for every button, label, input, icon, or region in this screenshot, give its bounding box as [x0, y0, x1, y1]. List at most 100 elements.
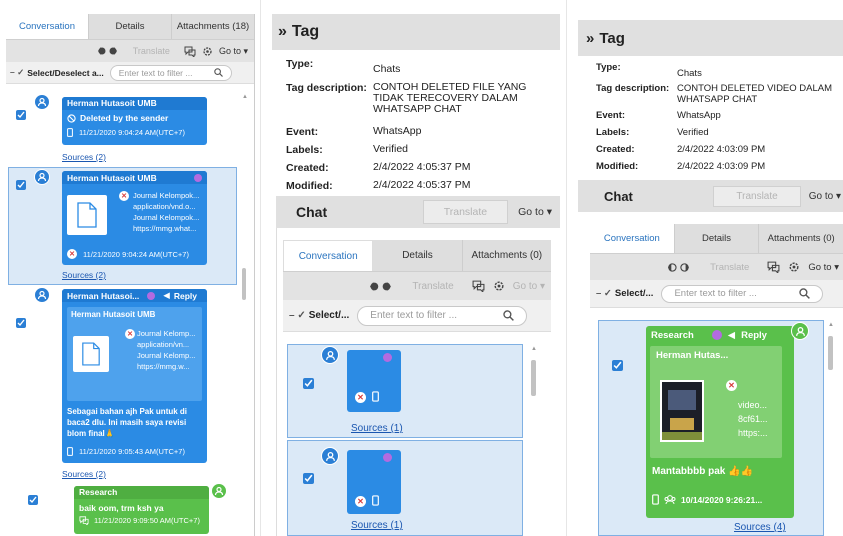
reply-label: Reply [741, 329, 767, 341]
message-bubble[interactable]: Research ◀ Reply Herman Hutas... ✕ video… [646, 326, 794, 518]
panel-divider [260, 0, 261, 536]
chat-toolbar: Translate Go to ▾ [6, 40, 254, 62]
tab-details[interactable]: Details [674, 224, 760, 253]
message-bubble[interactable]: Herman Hutasoi... ◀ Reply Herman Hutasoi… [62, 289, 207, 463]
tab-conversation[interactable]: Conversation [590, 224, 675, 253]
select-all-label: Select/... [308, 310, 350, 321]
gear-icon[interactable] [202, 46, 213, 57]
quoted-attachment-details: Journal Kelomp... application/vn... Jour… [137, 328, 195, 372]
scroll-up-arrow[interactable]: ▲ [828, 322, 834, 328]
scrollbar-thumb[interactable] [828, 336, 833, 370]
message-bubble[interactable]: Herman Hutasoit UMB ✕ Journal Kelompok..… [62, 171, 207, 265]
reply-label: Reply [173, 290, 197, 301]
translate-button[interactable]: Translate [713, 185, 801, 207]
tab-details[interactable]: Details [89, 14, 172, 39]
double-chevron-icon: » [278, 23, 287, 40]
tag-properties: Type: Chats Tag description: CONTOH DELE… [578, 58, 843, 178]
sources-link[interactable]: Sources (2) [62, 152, 106, 162]
quoted-message[interactable]: Herman Hutas... ✕ video... 8cf61... http… [650, 346, 782, 458]
goto-label: Go to [512, 280, 538, 292]
message-checkbox[interactable] [16, 318, 26, 328]
sources-link[interactable]: Sources (2) [62, 270, 106, 280]
document-icon [73, 336, 109, 372]
message-bubble[interactable]: Research baik oom, trm ksh ya 11/21/2020… [74, 486, 209, 534]
translate-button[interactable]: Translate [125, 46, 178, 56]
message-checkbox[interactable] [612, 360, 623, 371]
tag-title: Tag [599, 29, 625, 47]
tab-conversation[interactable]: Conversation [283, 240, 374, 271]
chat-bubbles-icon[interactable] [472, 280, 485, 292]
quoted-message[interactable]: Herman Hutasoit UMB ✕ Journal Kelomp... … [67, 307, 202, 401]
goto-dropdown[interactable]: Go to ▾ [513, 281, 545, 292]
select-all-toggle[interactable]: – ✓ Select/... [596, 288, 653, 299]
message-text: Mantabbbb pak 👍👍 [652, 466, 754, 477]
tab-details[interactable]: Details [373, 240, 463, 271]
message-footer: 11/21/2020 9:05:43 AM(UTC+7) [67, 447, 185, 456]
tab-attachments[interactable]: Attachments (0) [759, 224, 843, 253]
message-checkbox[interactable] [16, 180, 26, 190]
goto-dropdown[interactable]: Go to ▾ [808, 262, 839, 273]
sources-link[interactable]: Sources (4) [734, 522, 786, 533]
goto-label: Go to [808, 190, 834, 202]
translate-button[interactable]: Translate [700, 262, 759, 273]
deleted-x-icon: ✕ [125, 329, 135, 339]
field-key: Labels: [286, 144, 323, 156]
tab-conversation[interactable]: Conversation [6, 14, 89, 39]
video-line: https:... [738, 428, 768, 438]
filter-input[interactable]: Enter text to filter ... [357, 305, 528, 326]
scrollbar-thumb[interactable] [531, 360, 536, 396]
message-bubble[interactable]: ✕ [347, 450, 401, 514]
message-bubble[interactable]: Herman Hutasoit UMB Deleted by the sende… [62, 97, 207, 145]
message-checkbox[interactable] [16, 110, 26, 120]
tag-icon[interactable] [666, 262, 692, 273]
search-icon [214, 68, 223, 77]
gear-icon[interactable] [493, 280, 505, 292]
translate-button[interactable]: Translate [422, 200, 509, 224]
message-checkbox[interactable] [303, 473, 314, 484]
tab-attachments[interactable]: Attachments (18) [172, 14, 254, 39]
message-bubble[interactable]: ✕ [347, 350, 401, 412]
message-list[interactable]: Herman Hutasoit UMB Deleted by the sende… [6, 84, 255, 536]
translate-button[interactable]: Translate [402, 281, 463, 292]
chat-bubbles-icon [79, 516, 89, 525]
select-all-toggle[interactable]: – ✓ Select/Deselect a... [10, 67, 104, 78]
message-footer: 11/21/2020 9:09:50 AM(UTC+7) [74, 515, 209, 526]
scroll-up-arrow[interactable]: ▲ [242, 94, 248, 100]
scroll-up-arrow[interactable]: ▲ [531, 346, 537, 352]
gear-icon[interactable] [788, 261, 800, 273]
phone-icon [372, 495, 379, 506]
sources-link[interactable]: Sources (1) [351, 520, 403, 531]
goto-dropdown[interactable]: Go to ▾ [518, 206, 552, 218]
deleted-x-icon: ✕ [726, 380, 737, 391]
chat-bubbles-icon[interactable] [767, 261, 780, 273]
prohibited-icon [67, 113, 76, 123]
message-checkbox[interactable] [28, 495, 38, 505]
goto-dropdown[interactable]: Go to ▾ [809, 191, 841, 202]
deleted-notice: Deleted by the sender [62, 110, 207, 126]
attachment-card[interactable]: ✕ Journal Kelompok... application/vnd.o.… [67, 189, 202, 243]
message-timestamp: 10/14/2020 9:26:21... [681, 494, 763, 505]
goto-dropdown[interactable]: Go to ▾ [219, 46, 248, 57]
tag-icon[interactable] [97, 46, 119, 56]
attachment-line: Journal Kelomp... [137, 329, 196, 338]
goto-label: Go to [518, 206, 544, 218]
tag-icon[interactable] [368, 281, 394, 292]
sources-link[interactable]: Sources (2) [62, 469, 106, 479]
field-value: Verified [677, 127, 709, 138]
message-checkbox[interactable] [303, 378, 314, 389]
panel-divider [566, 0, 567, 536]
attachment-line: Journal Kelomp... [137, 351, 196, 360]
tag-title: Tag [291, 23, 320, 40]
select-all-toggle[interactable]: – ✓ Select/... [289, 310, 349, 321]
filter-input[interactable]: Enter text to filter ... [661, 284, 824, 303]
sources-link[interactable]: Sources (1) [351, 423, 403, 434]
tab-attachments[interactable]: Attachments (0) [462, 240, 551, 271]
chat-bubbles-icon[interactable] [184, 46, 196, 57]
tag-properties: Type: Chats Tag description: CONTOH DELE… [272, 54, 560, 194]
message-text: baik oom, trm ksh ya [79, 503, 164, 513]
attachment-line: application/vn... [137, 340, 190, 349]
scrollbar-thumb[interactable] [242, 268, 246, 300]
field-key: Event: [596, 110, 626, 121]
filter-input[interactable]: Enter text to filter ... [109, 64, 232, 81]
message-footer: 11/21/2020 9:04:24 AM(UTC+7) [62, 126, 207, 139]
